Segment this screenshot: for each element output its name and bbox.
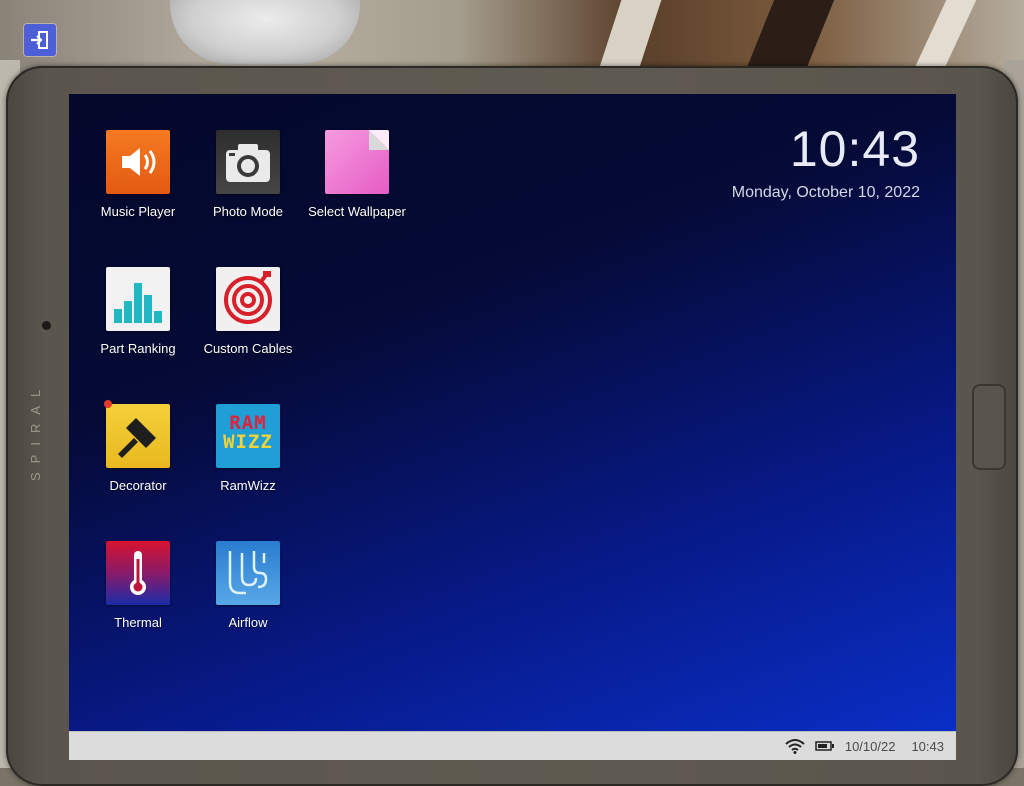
- background-pipe: [170, 0, 360, 64]
- app-label: RamWizz: [220, 478, 276, 493]
- app-airflow[interactable]: Airflow: [193, 541, 303, 630]
- taskbar-time: 10:43: [911, 738, 944, 754]
- exit-button[interactable]: [24, 24, 56, 56]
- bar-chart-icon: [114, 283, 162, 323]
- speaker-icon: [122, 148, 156, 176]
- tablet-screen: 10:43 Monday, October 10, 2022 Music Pla…: [69, 94, 956, 731]
- cable-icon: [224, 271, 272, 324]
- battery-icon[interactable]: [815, 740, 835, 752]
- app-label: Thermal: [114, 615, 162, 630]
- app-label: Photo Mode: [212, 204, 284, 219]
- exit-icon: [31, 31, 48, 49]
- app-label: Custom Cables: [203, 341, 293, 356]
- app-custom-cables[interactable]: Custom Cables: [193, 267, 303, 356]
- app-part-ranking[interactable]: Part Ranking: [83, 267, 193, 356]
- app-ramwizz[interactable]: RAM WIZZ RamWizz: [193, 404, 303, 493]
- tablet-brand: SPIRAL: [28, 380, 43, 482]
- app-select-wallpaper[interactable]: Select Wallpaper: [302, 130, 412, 219]
- app-label: Music Player: [100, 204, 176, 219]
- front-camera: [42, 321, 51, 330]
- notification-dot: [104, 400, 112, 408]
- camera-icon: [226, 144, 270, 182]
- app-label: Part Ranking: [100, 341, 176, 356]
- app-thermal[interactable]: Thermal: [83, 541, 193, 630]
- paintbrush-icon: [118, 418, 156, 458]
- clock-time: 10:43: [789, 121, 920, 177]
- app-music-player[interactable]: Music Player: [83, 130, 193, 219]
- app-decorator[interactable]: Decorator: [83, 400, 193, 493]
- wallpaper-icon: [369, 130, 389, 150]
- ramwizz-icon: RAM WIZZ: [223, 412, 273, 453]
- thermometer-icon: [130, 551, 146, 595]
- taskbar: 10/10/22 10:43: [69, 731, 956, 760]
- taskbar-date: 10/10/22: [844, 738, 896, 754]
- home-button[interactable]: [972, 384, 1006, 470]
- airflow-icon: [228, 551, 268, 595]
- clock-date: Monday, October 10, 2022: [731, 184, 920, 201]
- app-label: Airflow: [228, 615, 268, 630]
- app-label: Select Wallpaper: [308, 204, 406, 219]
- wifi-icon[interactable]: [785, 738, 805, 754]
- app-label: Decorator: [109, 478, 167, 493]
- app-photo-mode[interactable]: Photo Mode: [193, 130, 303, 219]
